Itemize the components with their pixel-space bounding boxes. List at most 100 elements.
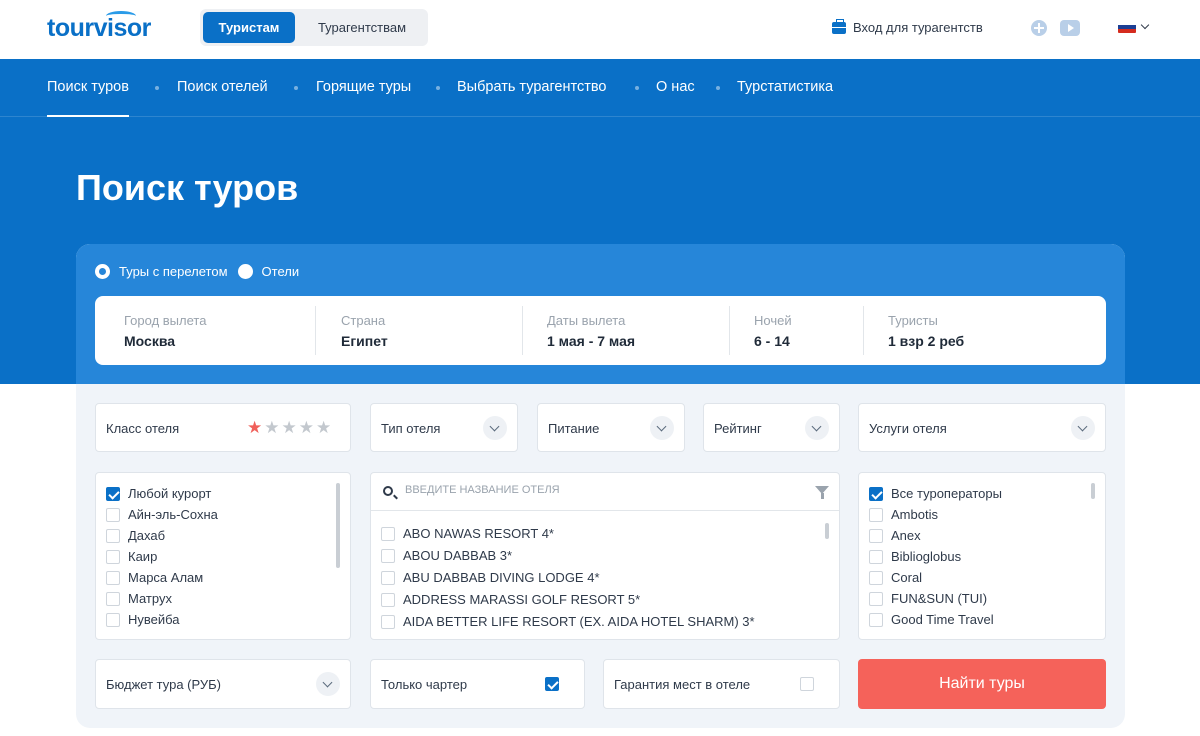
star-icon[interactable]: ★ — [282, 419, 297, 436]
field-value: 1 взр 2 реб — [888, 333, 965, 349]
list-item[interactable]: Любой курорт — [106, 486, 211, 501]
checkbox[interactable] — [106, 591, 120, 606]
main-nav: Поиск туров Поиск отелей Горящие туры Вы… — [0, 59, 1200, 117]
checkbox[interactable] — [381, 548, 395, 563]
star-icon[interactable]: ★ — [264, 419, 279, 436]
rating-dropdown[interactable]: Рейтинг — [703, 403, 840, 452]
nav-item-search-tours[interactable]: Поиск туров — [47, 79, 129, 117]
audience-switch: Туристам Турагентствам — [200, 9, 428, 46]
checkbox[interactable] — [869, 612, 883, 627]
russia-flag-icon — [1118, 21, 1136, 33]
hotel-class-label: Класс отеля — [106, 421, 180, 436]
social-plus-icon[interactable] — [1031, 20, 1047, 36]
checkbox[interactable] — [869, 591, 883, 606]
field-label: Город вылета — [124, 313, 207, 328]
tab-tourists[interactable]: Туристам — [203, 12, 295, 43]
star-icon[interactable]: ★ — [299, 419, 314, 436]
list-item[interactable]: Ambotis — [869, 507, 938, 522]
tab-agencies[interactable]: Турагентствам — [300, 12, 424, 43]
checkbox[interactable] — [106, 486, 120, 501]
list-item[interactable]: ABOU DABBAB 3* — [381, 548, 512, 563]
nav-item-statistics[interactable]: Турстатистика — [737, 79, 833, 95]
nav-separator — [436, 86, 440, 90]
list-item[interactable]: Каир — [106, 549, 157, 564]
checkbox[interactable] — [869, 486, 883, 501]
scrollbar[interactable] — [825, 523, 829, 539]
checkbox[interactable] — [106, 570, 120, 585]
nav-item-search-hotels[interactable]: Поиск отелей — [177, 79, 268, 95]
list-item[interactable]: Нувейба — [106, 612, 180, 627]
checkbox[interactable] — [869, 507, 883, 522]
list-item[interactable]: Biblioglobus — [869, 549, 961, 564]
checkbox[interactable] — [106, 612, 120, 627]
hotel-label: ABU DABBAB DIVING LODGE 4* — [403, 570, 600, 585]
agent-login-link[interactable]: Вход для турагентств — [832, 18, 983, 35]
nav-separator — [716, 86, 720, 90]
tourists-field[interactable]: Туристы 1 взр 2 реб — [888, 296, 1088, 365]
nav-item-hot-tours[interactable]: Горящие туры — [316, 79, 411, 95]
list-item[interactable]: Дахаб — [106, 528, 165, 543]
nav-item-choose-agency[interactable]: Выбрать турагентство — [457, 79, 606, 95]
departure-dates-field[interactable]: Даты вылета 1 мая - 7 мая — [547, 296, 727, 365]
checkbox[interactable] — [106, 507, 120, 522]
guarantee-option[interactable]: Гарантия мест в отеле — [603, 659, 840, 709]
list-item[interactable]: Все туроператоры — [869, 486, 1002, 501]
filter-icon[interactable] — [815, 486, 829, 499]
checkbox[interactable] — [106, 549, 120, 564]
top-header: tourvisor Туристам Турагентствам Вход дл… — [0, 0, 1200, 59]
scrollbar[interactable] — [336, 483, 340, 568]
checkbox[interactable] — [106, 528, 120, 543]
list-item[interactable]: Матрух — [106, 591, 172, 606]
page-title: Поиск туров — [76, 167, 299, 208]
list-item[interactable]: Марса Алам — [106, 570, 203, 585]
list-item[interactable]: Coral — [869, 570, 922, 585]
radio-hotels-label[interactable]: Отели — [262, 264, 300, 279]
list-item[interactable]: ADDRESS MARASSI GOLF RESORT 5* — [381, 592, 640, 607]
search-mode: Туры с перелетом Отели — [95, 264, 309, 279]
checkbox[interactable] — [869, 570, 883, 585]
budget-dropdown[interactable]: Бюджет тура (РУБ) — [95, 659, 351, 709]
departure-city-field[interactable]: Город вылета Москва — [124, 296, 314, 365]
resort-label: Любой курорт — [128, 486, 212, 501]
operator-label: FUN&SUN (TUI) — [891, 591, 988, 606]
radio-tours-with-flight[interactable] — [95, 264, 110, 279]
radio-tours-label[interactable]: Туры с перелетом — [119, 264, 228, 279]
youtube-icon[interactable] — [1060, 20, 1080, 36]
country-field[interactable]: Страна Египет — [341, 296, 521, 365]
list-item[interactable]: ABO NAWAS RESORT 4* — [381, 526, 554, 541]
checkbox[interactable] — [381, 614, 395, 629]
checkbox[interactable] — [869, 549, 883, 564]
language-selector[interactable] — [1118, 20, 1150, 33]
star-icon[interactable]: ★ — [316, 419, 331, 436]
radio-hotels[interactable] — [237, 264, 253, 279]
list-item[interactable]: ABU DABBAB DIVING LODGE 4* — [381, 570, 600, 585]
charter-only-option[interactable]: Только чартер — [370, 659, 585, 709]
star-icon[interactable]: ★ — [247, 419, 262, 436]
hotel-type-dropdown[interactable]: Тип отеля — [370, 403, 518, 452]
list-item[interactable]: Айн-эль-Сохна — [106, 507, 218, 522]
scrollbar[interactable] — [1091, 483, 1095, 499]
list-item[interactable]: FUN&SUN (TUI) — [869, 591, 987, 606]
nights-field[interactable]: Ночей 6 - 14 — [754, 296, 859, 365]
hotel-search-input[interactable] — [405, 484, 805, 496]
checkbox[interactable] — [869, 528, 883, 543]
guarantee-checkbox[interactable] — [800, 677, 814, 691]
nav-item-about[interactable]: О нас — [656, 79, 695, 95]
star-rating: ★ ★ ★ ★ ★ — [247, 419, 331, 436]
checkbox[interactable] — [381, 526, 395, 541]
list-item[interactable]: Good Time Travel — [869, 612, 994, 627]
find-tours-button[interactable]: Найти туры — [858, 659, 1106, 709]
meal-dropdown[interactable]: Питание — [537, 403, 685, 452]
chevron-down-icon — [1071, 416, 1095, 440]
hotel-services-dropdown[interactable]: Услуги отеля — [858, 403, 1106, 452]
list-item[interactable]: AIDA BETTER LIFE RESORT (EX. AIDA HOTEL … — [381, 614, 755, 629]
charter-only-checkbox[interactable] — [545, 677, 559, 691]
checkbox[interactable] — [381, 592, 395, 607]
checkbox[interactable] — [381, 570, 395, 585]
list-item[interactable]: Anex — [869, 528, 921, 543]
field-divider — [863, 306, 864, 355]
hotel-search-box: ABO NAWAS RESORT 4* ABOU DABBAB 3* ABU D… — [370, 472, 840, 640]
resort-label: Дахаб — [128, 528, 166, 543]
nav-separator — [155, 86, 159, 90]
hotel-label: ADDRESS MARASSI GOLF RESORT 5* — [403, 592, 641, 607]
